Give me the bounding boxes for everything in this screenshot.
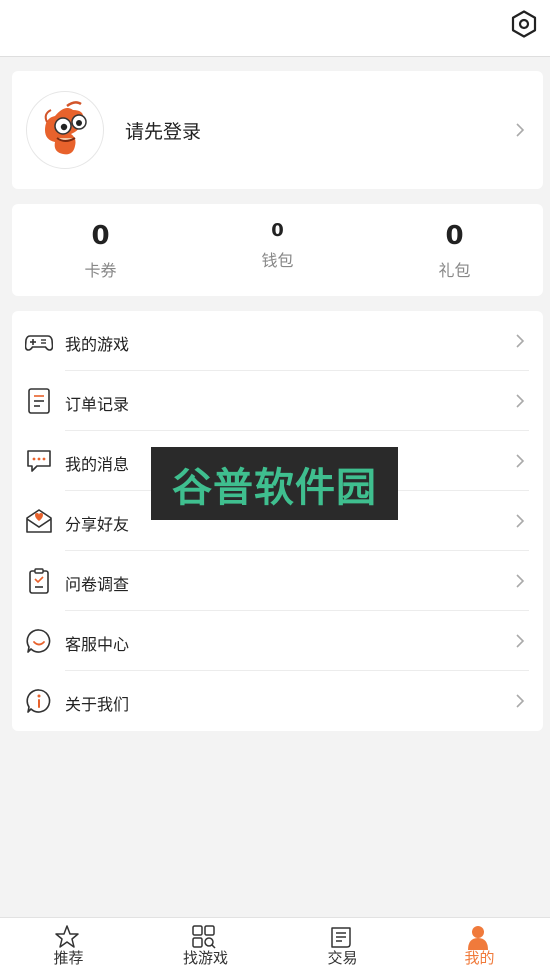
gamepad-icon	[25, 335, 53, 351]
chevron-right-icon	[516, 574, 525, 588]
info-icon	[26, 689, 51, 713]
tab-trade[interactable]: 交易	[274, 918, 411, 967]
menu-item-label: 订单记录	[65, 395, 130, 414]
chevron-right-icon	[516, 394, 525, 408]
menu-card: 我的游戏 订单记录 我的消息 分享好友 问卷调查 客服中心 关于我们	[12, 311, 543, 731]
stat-gift-packs[interactable]: 0 礼包	[366, 204, 543, 296]
menu-item-label: 客服中心	[65, 635, 130, 654]
menu-item-orders[interactable]: 订单记录	[12, 371, 543, 431]
profile-card[interactable]: 请先登录	[12, 71, 543, 189]
menu-item-customer-service[interactable]: 客服中心	[12, 611, 543, 671]
menu-item-survey[interactable]: 问卷调查	[12, 551, 543, 611]
stat-label: 卡券	[84, 261, 117, 280]
menu-item-label: 关于我们	[65, 695, 130, 714]
settings-hex-icon	[511, 10, 537, 38]
login-prompt[interactable]: 请先登录	[125, 117, 201, 144]
tab-recommend[interactable]: 推荐	[0, 918, 137, 967]
chevron-right-icon	[516, 514, 525, 528]
settings-button[interactable]	[510, 9, 538, 39]
customer-service-icon	[26, 629, 51, 653]
chevron-right-icon	[516, 123, 525, 137]
stat-label: 礼包	[438, 261, 471, 280]
avatar[interactable]	[26, 91, 104, 169]
tab-find-games[interactable]: 找游戏	[137, 918, 274, 967]
stat-value: 0	[91, 221, 110, 251]
menu-item-about[interactable]: 关于我们	[12, 671, 543, 731]
stat-label: 钱包	[261, 251, 294, 270]
top-bar	[0, 0, 550, 57]
order-list-icon	[28, 388, 50, 414]
chevron-right-icon	[516, 334, 525, 348]
bottom-tab-bar: 推荐 找游戏 交易 我的	[0, 917, 550, 967]
stats-card: 0 卡券 0 钱包 0 礼包	[12, 204, 543, 296]
tab-label: 我的	[464, 949, 495, 967]
menu-item-label: 分享好友	[65, 515, 130, 534]
menu-item-label: 我的游戏	[65, 335, 130, 354]
chevron-right-icon	[516, 694, 525, 708]
chevron-right-icon	[516, 454, 525, 468]
menu-item-label: 问卷调查	[65, 575, 130, 594]
watermark: 谷普软件园	[151, 447, 398, 520]
stat-wallet[interactable]: 0 钱包	[189, 204, 366, 296]
watermark-text: 谷普软件园	[172, 464, 377, 511]
menu-item-label: 我的消息	[65, 455, 130, 474]
chevron-right-icon	[516, 634, 525, 648]
stat-value: 0	[271, 220, 284, 241]
stat-value: 0	[445, 221, 464, 251]
stat-coupons[interactable]: 0 卡券	[12, 204, 189, 296]
tab-label: 交易	[327, 949, 358, 967]
tab-mine[interactable]: 我的	[411, 918, 548, 967]
share-envelope-icon	[26, 509, 52, 533]
message-icon	[27, 450, 51, 472]
mascot-avatar-icon	[44, 101, 87, 155]
survey-icon	[29, 568, 49, 594]
menu-item-my-games[interactable]: 我的游戏	[12, 311, 543, 371]
tab-label: 找游戏	[182, 949, 228, 967]
tab-label: 推荐	[53, 949, 84, 967]
